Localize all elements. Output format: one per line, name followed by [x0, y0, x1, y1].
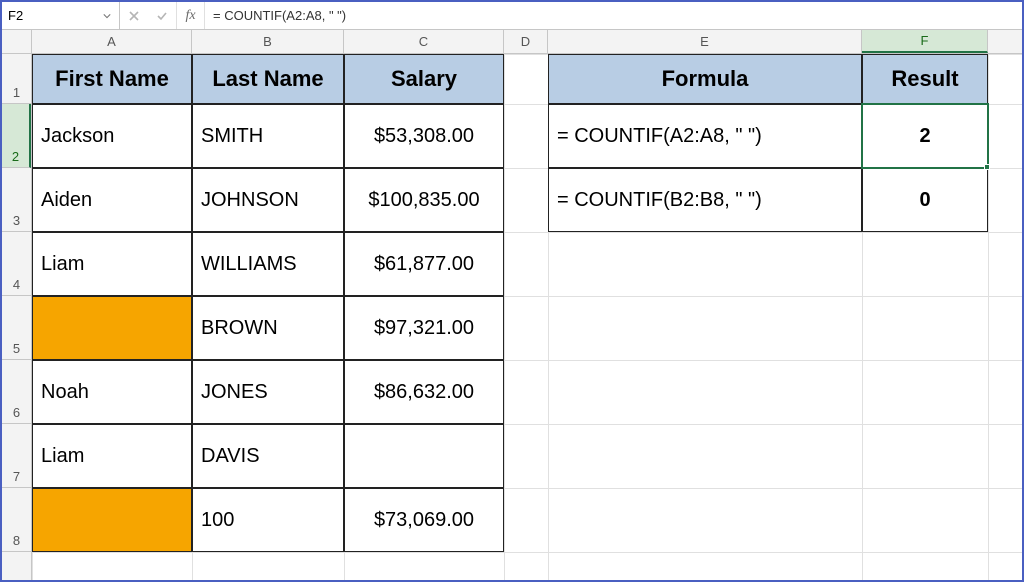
cell-first-name-row4[interactable]: Liam	[32, 232, 192, 296]
cancel-formula-x-icon[interactable]	[120, 2, 148, 30]
name-box-text: F2	[8, 8, 101, 23]
fill-handle[interactable]	[984, 164, 990, 170]
row-headers: 12345678	[2, 54, 32, 580]
formula-bar-buttons	[120, 2, 177, 29]
header-salary[interactable]: Salary	[344, 54, 504, 104]
fx-icon[interactable]: fx	[177, 2, 205, 29]
cell-first-name-row3[interactable]: Aiden	[32, 168, 192, 232]
row-header-7[interactable]: 7	[2, 424, 31, 488]
cell-result-row2[interactable]: 2	[862, 104, 988, 168]
cell-formula-row3[interactable]: = COUNTIF(B2:B8, " ")	[548, 168, 862, 232]
cell-salary-row4[interactable]: $61,877.00	[344, 232, 504, 296]
cell-last-name-row5[interactable]: BROWN	[192, 296, 344, 360]
cell-salary-row8[interactable]: $73,069.00	[344, 488, 504, 552]
row-header-8[interactable]: 8	[2, 488, 31, 552]
cell-last-name-row4[interactable]: WILLIAMS	[192, 232, 344, 296]
cell-last-name-row8[interactable]: 100	[192, 488, 344, 552]
cell-salary-row5[interactable]: $97,321.00	[344, 296, 504, 360]
cell-formula-row2[interactable]: = COUNTIF(A2:A8, " ")	[548, 104, 862, 168]
grid: ABCDEF 12345678 First NameLast NameSalar…	[2, 30, 1022, 580]
row-header-2[interactable]: 2	[2, 104, 31, 168]
column-header-A[interactable]: A	[32, 30, 192, 53]
cell-salary-row3[interactable]: $100,835.00	[344, 168, 504, 232]
row-header-5[interactable]: 5	[2, 296, 31, 360]
header-result[interactable]: Result	[862, 54, 988, 104]
column-header-F[interactable]: F	[862, 30, 988, 53]
formula-bar: F2 fx = COUNTIF(A2:A8, " ")	[2, 2, 1022, 30]
cell-salary-row7[interactable]	[344, 424, 504, 488]
column-header-C[interactable]: C	[344, 30, 504, 53]
cell-first-name-row2[interactable]: Jackson	[32, 104, 192, 168]
cell-first-name-row7[interactable]: Liam	[32, 424, 192, 488]
header-last-name[interactable]: Last Name	[192, 54, 344, 104]
column-header-E[interactable]: E	[548, 30, 862, 53]
row-header-3[interactable]: 3	[2, 168, 31, 232]
formula-input[interactable]: = COUNTIF(A2:A8, " ")	[205, 2, 1022, 29]
enter-formula-check-icon[interactable]	[148, 2, 176, 30]
column-headers: ABCDEF	[32, 30, 1022, 54]
cell-first-name-row8[interactable]	[32, 488, 192, 552]
column-header-D[interactable]: D	[504, 30, 548, 53]
chevron-down-icon[interactable]	[101, 10, 113, 22]
row-header-1[interactable]: 1	[2, 54, 31, 104]
cell-last-name-row2[interactable]: SMITH	[192, 104, 344, 168]
cell-last-name-row3[interactable]: JOHNSON	[192, 168, 344, 232]
cell-first-name-row6[interactable]: Noah	[32, 360, 192, 424]
cell-last-name-row6[interactable]: JONES	[192, 360, 344, 424]
column-header-B[interactable]: B	[192, 30, 344, 53]
name-box[interactable]: F2	[2, 2, 120, 29]
excel-window: F2 fx = COUNTIF(A2:A8, " ") ABCDEF 12345…	[0, 0, 1024, 582]
cell-salary-row6[interactable]: $86,632.00	[344, 360, 504, 424]
select-all-corner[interactable]	[2, 30, 32, 54]
header-formula[interactable]: Formula	[548, 54, 862, 104]
row-header-4[interactable]: 4	[2, 232, 31, 296]
cell-salary-row2[interactable]: $53,308.00	[344, 104, 504, 168]
cell-last-name-row7[interactable]: DAVIS	[192, 424, 344, 488]
cell-first-name-row5[interactable]	[32, 296, 192, 360]
row-header-6[interactable]: 6	[2, 360, 31, 424]
cells-area[interactable]: First NameLast NameSalary FormulaResult Ja…	[32, 54, 1022, 580]
cell-result-row3[interactable]: 0	[862, 168, 988, 232]
header-first-name[interactable]: First Name	[32, 54, 192, 104]
